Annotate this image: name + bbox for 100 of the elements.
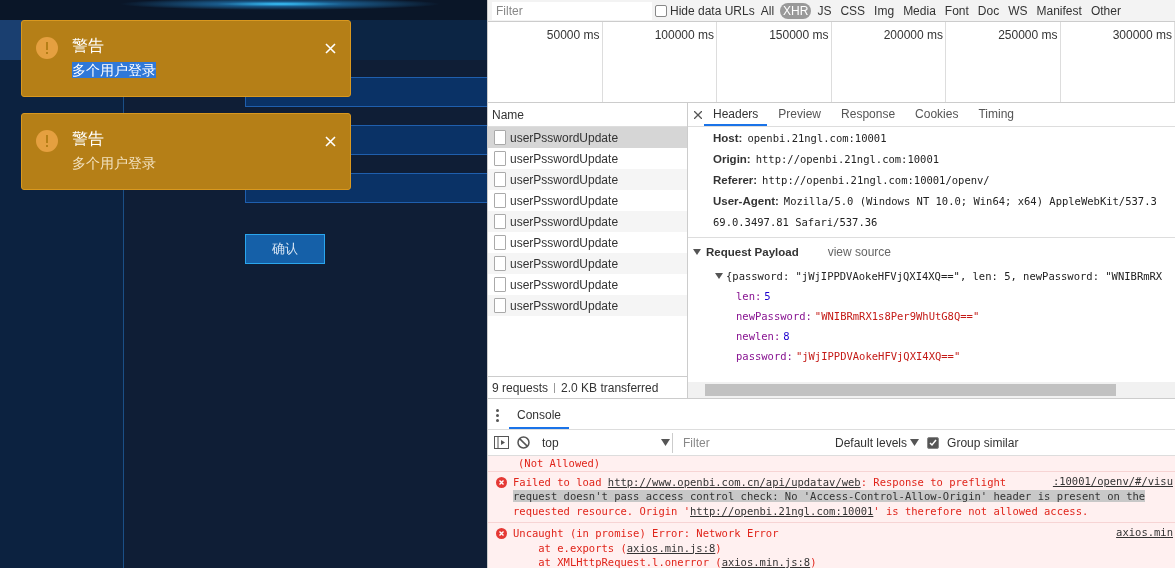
type-filter[interactable]: Manifest <box>1033 2 1085 19</box>
header-value: http://openbi.21ngl.com:10001/openv/ <box>762 173 990 186</box>
detail-tab[interactable]: Preview <box>769 103 831 126</box>
more-icon[interactable] <box>496 409 499 422</box>
type-filter[interactable]: CSS <box>837 2 869 19</box>
source-link[interactable]: axios.min <box>1116 526 1173 538</box>
tick-label: 300000 ms <box>1112 28 1172 44</box>
property-value: "WNIBRmRX1s8Per9WhUtG8Q==" <box>814 310 980 322</box>
sidebar-toggle-icon[interactable] <box>494 436 509 449</box>
console-tab[interactable]: Console <box>509 402 570 429</box>
error-icon <box>496 528 507 539</box>
property-value: 5 <box>764 290 771 302</box>
close-icon[interactable] <box>694 110 702 119</box>
request-name: userPsswordUpdate <box>510 193 619 208</box>
file-icon <box>494 214 506 229</box>
request-row[interactable]: userPsswordUpdate <box>488 211 687 232</box>
console-message: Uncaught (in promise) Error: Network Error at e.exports (axios.min.js:8) at XMLHttpRequest.l.onerror (axios.min.js:8) <box>513 526 817 568</box>
confirm-button[interactable]: 确认 <box>245 234 325 264</box>
summary-text: 9 requests <box>492 380 549 395</box>
file-icon <box>494 298 506 313</box>
source-link[interactable]: axios.min.js:8 <box>626 541 716 554</box>
request-row[interactable]: userPsswordUpdate <box>488 169 687 190</box>
file-icon <box>494 193 506 208</box>
property-key: password: <box>736 350 793 362</box>
request-name: userPsswordUpdate <box>510 277 619 292</box>
warning-icon <box>36 130 58 152</box>
source-link[interactable]: axios.min.js:8 <box>721 556 811 568</box>
tick-label: 50000 ms <box>546 28 600 44</box>
type-filter[interactable]: Font <box>941 2 972 19</box>
console-message: (Not Allowed) <box>518 456 601 471</box>
request-name: userPsswordUpdate <box>510 256 619 271</box>
type-filter[interactable]: All <box>757 2 778 19</box>
view-source-link[interactable]: view source <box>827 245 892 259</box>
header-value: http://openbi.21ngl.com:10001 <box>755 152 940 165</box>
header-name: User-Agent: <box>713 194 779 207</box>
notification-message: 多个用户登录 <box>72 155 156 171</box>
summary-text: 2.0 KB transferred <box>561 380 659 395</box>
property-value: "jWjIPPDVAokeHFVjQXI4XQ==" <box>795 350 961 362</box>
notification-title: 警告 <box>72 130 104 148</box>
type-filter[interactable]: WS <box>1005 2 1031 19</box>
file-icon <box>494 130 506 145</box>
detail-tab[interactable]: Cookies <box>906 103 968 126</box>
request-name: userPsswordUpdate <box>510 130 619 145</box>
levels-dropdown[interactable]: Default levels <box>835 435 920 450</box>
request-name: userPsswordUpdate <box>510 235 619 250</box>
file-icon <box>494 172 506 187</box>
source-link[interactable]: :10001/openv/#/visu <box>1052 474 1173 487</box>
source-link[interactable]: http://www.openbi.com.cn/api/updatav/web <box>607 475 861 488</box>
request-row[interactable]: userPsswordUpdate <box>488 295 687 316</box>
expand-icon[interactable] <box>693 248 701 256</box>
payload-summary: {password: "jWjIPPDVAokeHFVjQXI4XQ==", len: 5, newPassword: "WNIBRmRX <box>726 270 1163 282</box>
tick-label: 200000 ms <box>883 28 943 44</box>
context-select[interactable]: top <box>538 432 673 453</box>
section-title[interactable]: Request Payload <box>706 246 799 258</box>
property-key: len: <box>736 290 762 302</box>
expand-icon[interactable] <box>715 272 723 280</box>
caret-icon <box>910 439 920 446</box>
header-value: Mozilla/5.0 (Windows NT 10.0; Win64; x64) AppleWebKit/537.3 <box>783 194 1157 207</box>
request-row[interactable]: userPsswordUpdate <box>488 127 687 148</box>
request-name: userPsswordUpdate <box>510 298 619 313</box>
filter-field[interactable]: Filter <box>492 1 652 20</box>
tick-label: 150000 ms <box>769 28 829 44</box>
notification-title: 警告 <box>72 37 104 55</box>
checkbox[interactable] <box>655 4 667 17</box>
notification-message: 多个用户登录 <box>72 62 156 78</box>
request-row[interactable]: userPsswordUpdate <box>488 253 687 274</box>
property-value: 8 <box>783 330 790 342</box>
checkbox-label: Hide data URLs <box>670 3 755 18</box>
detail-tab[interactable]: Response <box>832 103 905 126</box>
detail-tab[interactable]: Timing <box>969 103 1023 126</box>
error-icon <box>496 476 507 488</box>
source-link[interactable]: http://openbi.21ngl.com:10001 <box>690 504 874 517</box>
file-icon <box>494 235 506 250</box>
header-name: Host: <box>713 131 743 144</box>
header-name: Referer: <box>713 173 758 186</box>
checkbox-label: Group similar <box>947 435 1019 450</box>
request-name: userPsswordUpdate <box>510 172 619 187</box>
type-filter[interactable]: Media <box>900 2 939 19</box>
tick-label: 250000 ms <box>998 28 1058 44</box>
property-key: newlen: <box>736 330 781 342</box>
type-filter[interactable]: Other <box>1087 2 1124 19</box>
request-name: userPsswordUpdate <box>510 151 619 166</box>
type-filter[interactable]: Doc <box>974 2 1003 19</box>
detail-tab[interactable]: Headers <box>704 103 768 126</box>
request-name: userPsswordUpdate <box>510 214 619 229</box>
file-icon <box>494 277 506 292</box>
warning-icon <box>36 37 58 59</box>
type-filter[interactable]: Img <box>871 2 898 19</box>
file-icon <box>494 256 506 271</box>
file-icon <box>494 151 506 166</box>
horizontal-scrollbar[interactable] <box>688 382 1175 398</box>
caret-icon <box>661 439 670 446</box>
tick-label: 100000 ms <box>654 28 714 44</box>
checkbox[interactable] <box>927 436 940 449</box>
type-filter[interactable]: JS <box>814 2 835 19</box>
clear-icon[interactable] <box>517 436 530 449</box>
header-value: 69.0.3497.81 Safari/537.36 <box>713 215 878 228</box>
header-value: openbi.21ngl.com:10001 <box>747 131 887 144</box>
column-header[interactable]: Name <box>492 107 524 122</box>
property-key: newPassword: <box>736 310 812 322</box>
